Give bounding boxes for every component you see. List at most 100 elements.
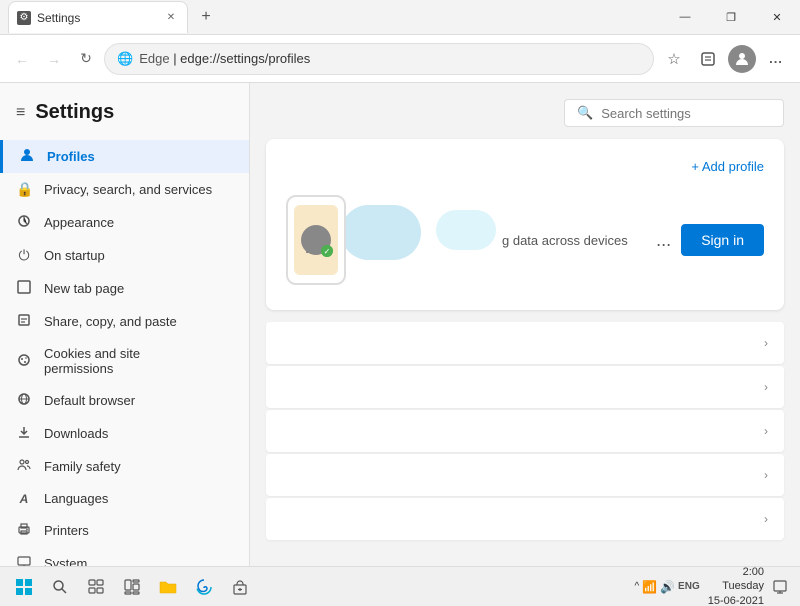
taskview-button[interactable]: [80, 571, 112, 603]
clock-date: Tuesday 15-06-2021: [708, 579, 764, 606]
address-field[interactable]: 🌐 Edge | edge://settings/profiles: [104, 43, 654, 75]
sidebar-item-system[interactable]: System: [0, 547, 249, 566]
sidebar-item-languages[interactable]: A Languages: [0, 483, 249, 514]
more-button[interactable]: ...: [760, 43, 792, 75]
cookies-icon: [16, 353, 32, 370]
search-input[interactable]: [601, 106, 777, 121]
start-button[interactable]: [8, 571, 40, 603]
startup-icon: ⏻: [16, 247, 32, 264]
sidebar-item-defaultbrowser[interactable]: Default browser: [0, 384, 249, 417]
clock[interactable]: 2:00 Tuesday 15-06-2021: [708, 565, 764, 606]
profile-content: ✓ g data across devices ... Sign in: [286, 190, 764, 290]
sidebar-item-sharecopy[interactable]: Share, copy, and paste: [0, 305, 249, 338]
chevron-icon: ›: [764, 512, 768, 526]
settings-tab[interactable]: ⚙ Settings ✕: [8, 1, 188, 33]
maximize-button[interactable]: ❐: [708, 0, 754, 35]
downloads-icon: [16, 425, 32, 442]
dots-menu-button[interactable]: ...: [656, 230, 671, 251]
sidebar-item-cookies[interactable]: Cookies and sitepermissions: [0, 338, 249, 384]
chevron-icon: ›: [764, 424, 768, 438]
sound-icon: 🔊: [660, 580, 675, 594]
main-content: ≡ Settings Profiles 🔒 Privacy, search, a…: [0, 83, 800, 566]
tab-favicon: ⚙: [17, 11, 31, 25]
network-icon: 📶: [642, 580, 657, 594]
sharecopy-label: Share, copy, and paste: [44, 314, 177, 329]
sidebar-item-startup[interactable]: ⏻ On startup: [0, 239, 249, 272]
sidebar-item-familysafety[interactable]: Family safety: [0, 450, 249, 483]
collections-icon[interactable]: [692, 43, 724, 75]
list-item[interactable]: ›: [266, 498, 784, 540]
content-area: 🔍 + Add profile ✓: [250, 83, 800, 566]
minimize-button[interactable]: —: [662, 0, 708, 35]
edge-taskbar-icon[interactable]: [188, 571, 220, 603]
privacy-icon: 🔒: [16, 181, 32, 198]
profile-info: g data across devices: [486, 233, 656, 248]
widgets-button[interactable]: [116, 571, 148, 603]
system-icon: [16, 555, 32, 566]
sidebar-item-newtab[interactable]: New tab page: [0, 272, 249, 305]
forward-button[interactable]: →: [40, 45, 68, 73]
sidebar-header: ≡ Settings: [0, 93, 249, 140]
add-profile-button[interactable]: + Add profile: [286, 159, 764, 174]
search-icon: 🔍: [577, 105, 593, 121]
chevron-icon: ›: [764, 336, 768, 350]
familysafety-icon: [16, 458, 32, 475]
sharecopy-icon: [16, 313, 32, 330]
startup-label: On startup: [44, 248, 105, 263]
profile-card: + Add profile ✓ g data: [266, 139, 784, 310]
search-box[interactable]: 🔍: [564, 99, 784, 127]
defaultbrowser-label: Default browser: [44, 393, 135, 408]
list-items: › › › › ›: [266, 322, 784, 540]
address-icon: 🌐: [117, 51, 133, 67]
printers-label: Printers: [44, 523, 89, 538]
signin-button[interactable]: Sign in: [681, 224, 764, 256]
toolbar-icons: ☆ ...: [658, 43, 792, 75]
cookies-label: Cookies and sitepermissions: [44, 346, 140, 376]
phone-image: ✓: [286, 195, 346, 285]
search-taskbar-button[interactable]: [44, 571, 76, 603]
sidebar-item-privacy[interactable]: 🔒 Privacy, search, and services: [0, 173, 249, 206]
phone-screen: ✓: [294, 205, 338, 275]
window-controls: — ❐ ✕: [662, 0, 800, 35]
list-item[interactable]: ›: [266, 454, 784, 496]
close-button[interactable]: ✕: [754, 0, 800, 35]
list-item[interactable]: ›: [266, 322, 784, 364]
address-bar: ← → ↻ 🌐 Edge | edge://settings/profiles …: [0, 35, 800, 83]
sidebar-item-downloads[interactable]: Downloads: [0, 417, 249, 450]
taskbar-left: [8, 571, 256, 603]
languages-label: Languages: [44, 491, 108, 506]
taskbar-right: ^ 📶 🔊 ENG 2:00 Tuesday 15-06-2021: [634, 565, 792, 606]
languages-icon: A: [16, 492, 32, 506]
familysafety-label: Family safety: [44, 459, 121, 474]
printers-icon: [16, 522, 32, 539]
cloud2: [436, 210, 496, 250]
files-button[interactable]: [152, 571, 184, 603]
notification-button[interactable]: [768, 575, 792, 599]
lang-icon[interactable]: ENG: [678, 581, 700, 592]
profile-actions: ... Sign in: [656, 224, 764, 256]
sidebar-item-appearance[interactable]: Appearance: [0, 206, 249, 239]
privacy-label: Privacy, search, and services: [44, 182, 212, 197]
profile-icon[interactable]: [726, 43, 758, 75]
sync-text: g data across devices: [502, 233, 628, 248]
system-tray: ^ 📶 🔊 ENG: [634, 580, 699, 594]
chevron-icon: ›: [764, 468, 768, 482]
cloud1: [341, 205, 421, 260]
new-tab-button[interactable]: +: [192, 3, 220, 31]
back-button[interactable]: ←: [8, 45, 36, 73]
sidebar-item-profiles[interactable]: Profiles: [0, 140, 249, 173]
profiles-label: Profiles: [47, 149, 95, 164]
list-item[interactable]: ›: [266, 410, 784, 452]
profile-avatar: [728, 45, 756, 73]
store-button[interactable]: [224, 571, 256, 603]
favorites-icon[interactable]: ☆: [658, 43, 690, 75]
profiles-icon: [19, 148, 35, 165]
content-header: 🔍: [266, 99, 784, 127]
tray-chevron[interactable]: ^: [634, 581, 639, 592]
list-item[interactable]: ›: [266, 366, 784, 408]
tab-close-button[interactable]: ✕: [163, 10, 179, 26]
sidebar-item-printers[interactable]: Printers: [0, 514, 249, 547]
tab-area: ⚙ Settings ✕ +: [0, 1, 662, 33]
refresh-button[interactable]: ↻: [72, 45, 100, 73]
menu-icon[interactable]: ≡: [16, 104, 25, 122]
